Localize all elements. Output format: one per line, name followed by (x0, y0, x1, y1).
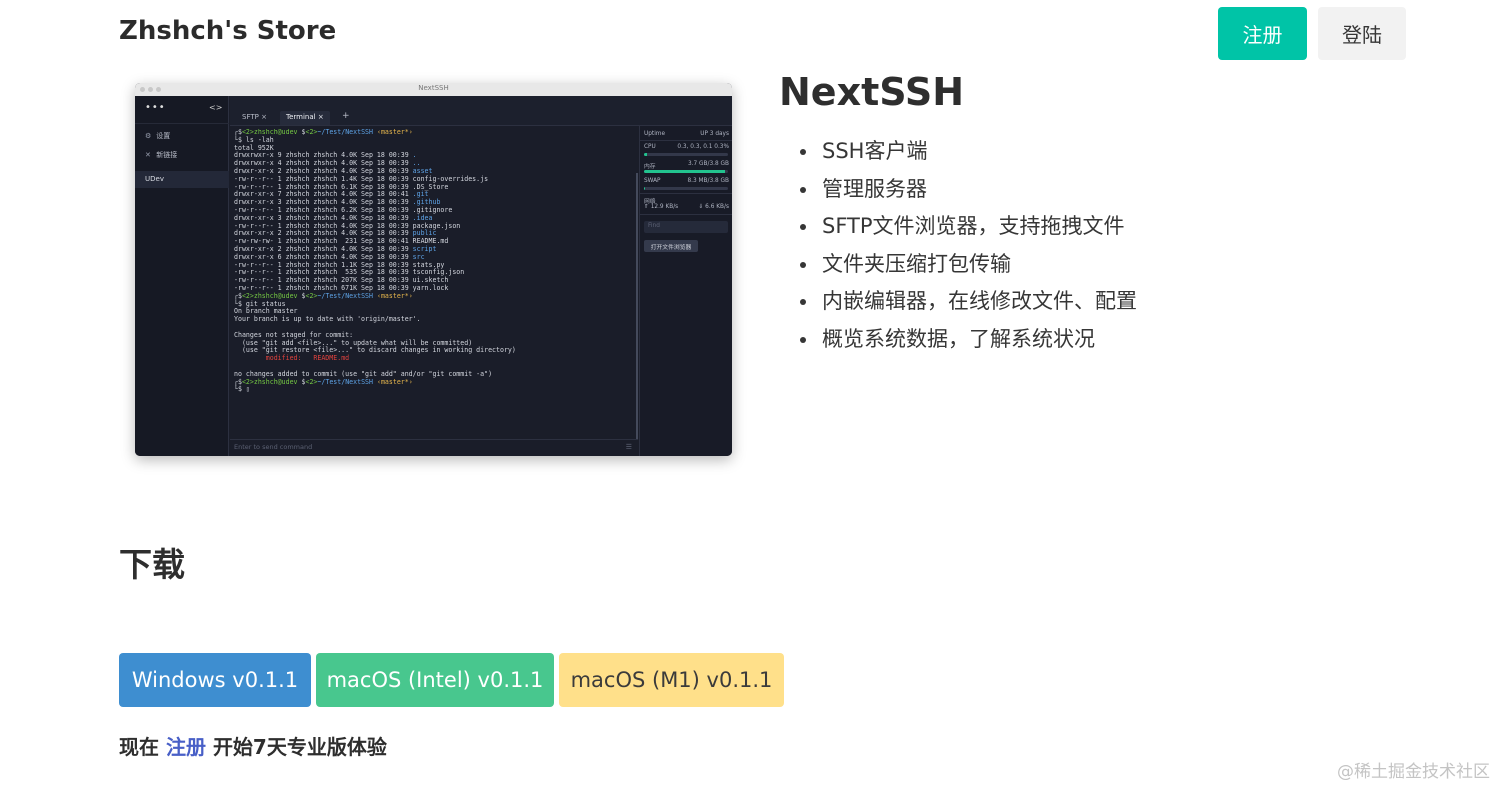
sidebar-item-settings: ⚙ 设置 (145, 131, 170, 141)
sidebar-item-label: 新链接 (156, 151, 178, 159)
mem-row: 内存 3.7 GB/3.8 GB (644, 161, 729, 170)
more-icon: ••• (145, 102, 166, 113)
list-icon: ☰ (625, 443, 632, 451)
terminal-scrollbar (636, 173, 638, 439)
tab-sftp: SFTP × (242, 113, 267, 121)
screenshot-tabs: SFTP × Terminal × + (230, 96, 732, 126)
list-item: 概览系统数据，了解系统状况 (800, 321, 1137, 359)
download-macos-m1-button[interactable]: macOS (M1) v0.1.1 (559, 653, 784, 707)
link-icon: ✕ (145, 151, 151, 159)
screenshot-sidebar: ••• <> ⚙ 设置 ✕ 新链接 UDev (135, 96, 229, 456)
sidebar-connection: UDev (135, 171, 229, 188)
net-row: ⇑ 12.9 KB/s ⇓ 6.6 KB/s (644, 204, 729, 210)
terminal-output: ┌$<2>zhshch@udev $<2>~/Test/NextSSH ‹mas… (234, 129, 516, 394)
sidebar-item-label: 设置 (156, 132, 171, 140)
download-heading: 下载 (119, 545, 185, 584)
mem-bar (644, 170, 728, 173)
login-button[interactable]: 登陆 (1318, 7, 1406, 60)
screenshot-window-title: NextSSH (418, 84, 449, 92)
upload-icon: ⇑ (644, 204, 649, 210)
list-item: SFTP文件浏览器，支持拖拽文件 (800, 208, 1137, 246)
watermark: @稀土掘金技术社区 (1337, 762, 1490, 782)
list-item: 文件夹压缩打包传输 (800, 246, 1137, 284)
download-macos-intel-button[interactable]: macOS (Intel) v0.1.1 (316, 653, 554, 707)
trial-register-link[interactable]: 注册 (166, 735, 206, 759)
gear-icon: ⚙ (145, 132, 152, 140)
open-file-browser-button: 打开文件浏览器 (644, 240, 698, 252)
download-icon: ⇓ (698, 204, 704, 210)
list-item: 管理服务器 (800, 171, 1137, 209)
connect-icon: <> (209, 103, 223, 112)
command-input: Enter to send command ☰ (230, 439, 638, 456)
add-tab-icon: + (342, 111, 350, 121)
product-title: NextSSH (779, 70, 965, 114)
swap-bar (644, 187, 728, 190)
screenshot-titlebar: NextSSH (135, 83, 732, 96)
trial-text: 现在 注册 开始7天专业版体验 (119, 735, 387, 759)
sidebar-item-new-link: ✕ 新链接 (145, 150, 177, 160)
feature-list: SSH客户端 管理服务器 SFTP文件浏览器，支持拖拽文件 文件夹压缩打包传输 … (800, 133, 1137, 358)
register-button[interactable]: 注册 (1218, 7, 1307, 60)
app-screenshot: NextSSH ••• <> ⚙ 设置 ✕ 新链接 UDev SFTP × Te… (135, 83, 732, 456)
list-item: 内嵌编辑器，在线修改文件、配置 (800, 283, 1137, 321)
tab-terminal: Terminal × (280, 111, 330, 125)
find-input: Find (644, 221, 728, 233)
download-windows-button[interactable]: Windows v0.1.1 (119, 653, 311, 707)
uptime-row: Uptime UP 3 days (644, 131, 729, 137)
status-panel: Uptime UP 3 days CPU 0.3, 0.3, 0.1 0.3% 内存… (639, 126, 732, 456)
sidebar-header: ••• <> (135, 96, 229, 124)
swap-row: SWAP 8.3 MB/3.8 GB (644, 178, 729, 184)
cpu-row: CPU 0.3, 0.3, 0.1 0.3% (644, 144, 729, 150)
list-item: SSH客户端 (800, 133, 1137, 171)
brand-title[interactable]: Zhshch's Store (119, 16, 336, 46)
cpu-bar (644, 153, 728, 156)
